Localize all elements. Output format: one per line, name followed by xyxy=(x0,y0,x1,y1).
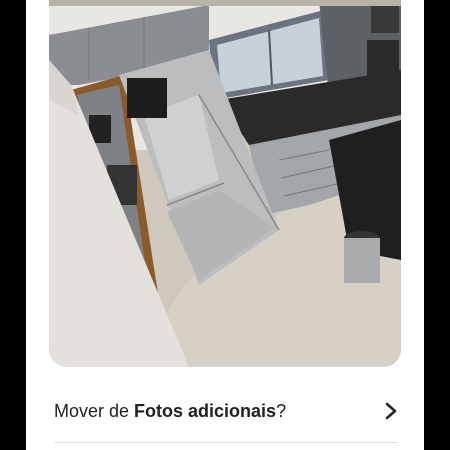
chevron-right-icon xyxy=(385,402,397,420)
kitchen-photo xyxy=(49,0,401,367)
move-from-album-row[interactable]: Mover de Fotos adicionais? xyxy=(26,388,424,434)
move-from-album-label: Mover de Fotos adicionais? xyxy=(54,401,286,422)
album-name: Fotos adicionais xyxy=(134,400,277,421)
photo-preview xyxy=(49,0,401,367)
move-prefix: Mover de xyxy=(54,400,135,421)
move-suffix: ? xyxy=(276,400,287,421)
divider xyxy=(54,442,398,443)
bottom-sheet: Mover de Fotos adicionais? xyxy=(26,0,424,450)
